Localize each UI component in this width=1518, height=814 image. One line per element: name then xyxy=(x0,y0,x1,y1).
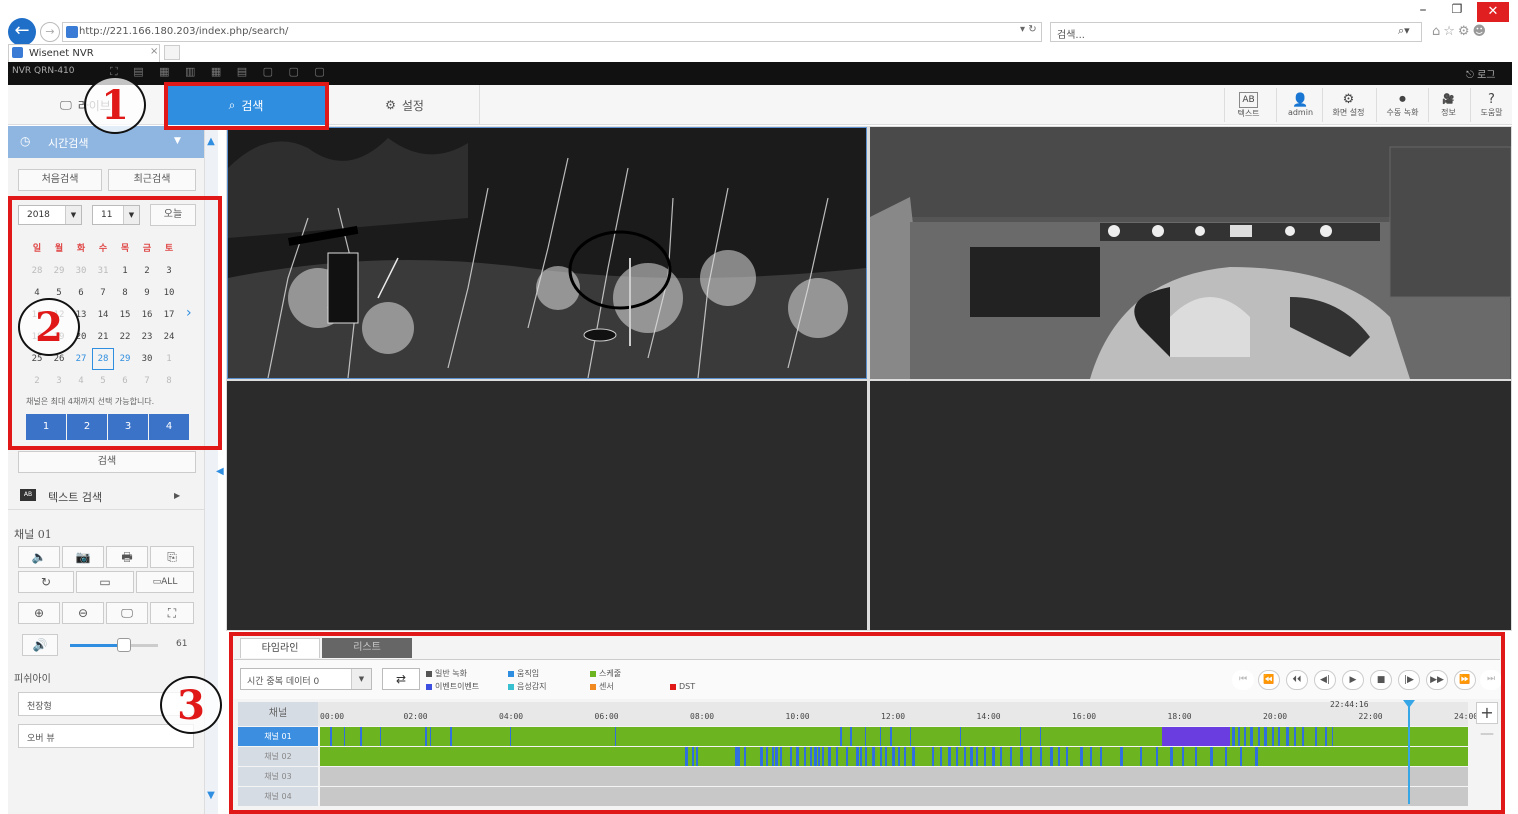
fullscreen-icon[interactable]: ⛶ xyxy=(150,602,194,624)
zoom-in-icon[interactable]: ⊕ xyxy=(18,602,60,624)
user-icon: 👤 xyxy=(1292,92,1309,108)
video-tile-3[interactable] xyxy=(227,381,867,630)
user-button[interactable]: 👤 admin xyxy=(1276,88,1324,122)
audio-icon[interactable]: 🔈 xyxy=(18,546,60,568)
gear-icon: ⚙ xyxy=(1342,91,1355,107)
first-search-button[interactable]: 처음검색 xyxy=(18,169,102,191)
info-label: 정보 xyxy=(1441,107,1456,117)
manual-record-label: 수동 녹화 xyxy=(1386,107,1419,117)
aspect-ratio-icon[interactable]: ▭ xyxy=(76,571,134,593)
browser-tab[interactable]: Wisenet NVR xyxy=(8,44,160,62)
indoor-camera-feed xyxy=(870,127,1511,379)
browser-toolbar-icons[interactable]: ⌂☆⚙☻ xyxy=(1432,24,1489,39)
screen-settings-label: 화면 설정 xyxy=(1332,107,1365,117)
refresh-icon[interactable]: ▾ ↻ xyxy=(1020,24,1037,35)
browser-search-input[interactable]: 검색... xyxy=(1050,22,1422,42)
app-title: NVR QRN-410 xyxy=(12,66,75,76)
help-button[interactable]: ? 도움말 xyxy=(1470,88,1512,122)
maximize-button[interactable]: ❐ xyxy=(1446,2,1468,20)
channel-label: 채널 01 xyxy=(14,528,52,541)
video-tile-2[interactable] xyxy=(870,127,1511,379)
search-icon[interactable]: ⌕▾ xyxy=(1398,24,1410,38)
monitor-icon: 🖵 xyxy=(60,97,72,112)
forward-icon[interactable]: → xyxy=(40,22,60,42)
screen-settings-button[interactable]: ⚙ 화면 설정 xyxy=(1322,88,1374,122)
annotation-number-1: 1 xyxy=(84,76,146,134)
tab-setup-label: 설정 xyxy=(401,98,424,113)
layout-toolbar-icons[interactable]: ⛶ ▤ ▦ ▥ ▦ ▤ ▢ ▢ ▢ xyxy=(110,65,331,79)
volume-slider-thumb[interactable] xyxy=(117,638,131,652)
scroll-down-icon[interactable]: ▼ xyxy=(204,790,218,801)
export-icon[interactable]: ⎘ xyxy=(150,546,194,568)
volume-fill xyxy=(70,644,122,647)
search-button[interactable]: 검색 xyxy=(18,451,196,473)
camera-icon: 🎥 xyxy=(1442,93,1455,105)
recent-search-button[interactable]: 최근검색 xyxy=(108,169,196,191)
address-bar[interactable]: http://221.166.180.203/index.php/search/ xyxy=(62,22,1042,42)
video-tile-4[interactable] xyxy=(870,381,1511,630)
text-button[interactable]: AB 텍스트 xyxy=(1224,88,1272,122)
info-button[interactable]: 🎥 정보 xyxy=(1428,88,1468,122)
help-icon: ? xyxy=(1488,91,1495,107)
fisheye-view-select[interactable]: 오버 뷰 xyxy=(18,724,194,748)
clock-icon: ◷ xyxy=(20,134,31,148)
annotation-number-2: 2 xyxy=(18,298,80,356)
volume-value: 61 xyxy=(176,639,188,649)
text-button-label: 텍스트 xyxy=(1237,108,1260,118)
print-icon[interactable]: 🖶 xyxy=(106,546,148,568)
tab-favicon-icon xyxy=(12,47,23,58)
user-button-label: admin xyxy=(1287,107,1314,117)
speaker-icon[interactable]: 🔊 xyxy=(22,634,58,656)
snapshot-icon[interactable]: 📷 xyxy=(62,546,104,568)
rotate-icon[interactable]: ↻ xyxy=(18,571,74,593)
annotation-box-3 xyxy=(229,632,1505,814)
new-tab-button[interactable] xyxy=(164,45,180,60)
chevron-down-icon[interactable]: ▼ xyxy=(174,136,181,146)
zoom-out-icon[interactable]: ⊖ xyxy=(62,602,104,624)
back-icon[interactable]: ← xyxy=(8,18,36,46)
tab-setup[interactable]: ⚙ 설정 xyxy=(330,85,480,125)
display-icon[interactable]: 🖵 xyxy=(106,602,148,624)
minimize-button[interactable]: – xyxy=(1412,2,1434,20)
annotation-number-3: 3 xyxy=(160,676,222,734)
all-channels-icon[interactable]: ▭ALL xyxy=(136,571,194,593)
annotation-box-1 xyxy=(164,82,329,130)
logout-button[interactable]: ⎋ 로그 xyxy=(1466,66,1496,81)
scroll-up-icon[interactable]: ▲ xyxy=(204,136,218,147)
help-label: 도움말 xyxy=(1480,107,1503,117)
gear-icon: ⚙ xyxy=(385,98,396,112)
text-ab-icon: AB xyxy=(1239,91,1258,108)
tab-close-icon[interactable]: × xyxy=(150,46,158,57)
video-tile-1[interactable] xyxy=(227,127,867,379)
text-ab-icon: AB xyxy=(20,489,36,501)
close-window-button[interactable]: ✕ xyxy=(1477,2,1509,22)
fisheye-label: 피쉬아이 xyxy=(14,674,51,685)
record-icon: ⏺ xyxy=(1399,91,1406,107)
night-forest-camera-feed xyxy=(228,128,866,378)
page-favicon-icon xyxy=(66,26,78,38)
chevron-right-icon[interactable]: ▶ xyxy=(174,491,180,500)
manual-record-button[interactable]: ⏺ 수동 녹화 xyxy=(1376,88,1428,122)
collapse-sidebar-icon[interactable]: ◀ xyxy=(216,466,224,477)
